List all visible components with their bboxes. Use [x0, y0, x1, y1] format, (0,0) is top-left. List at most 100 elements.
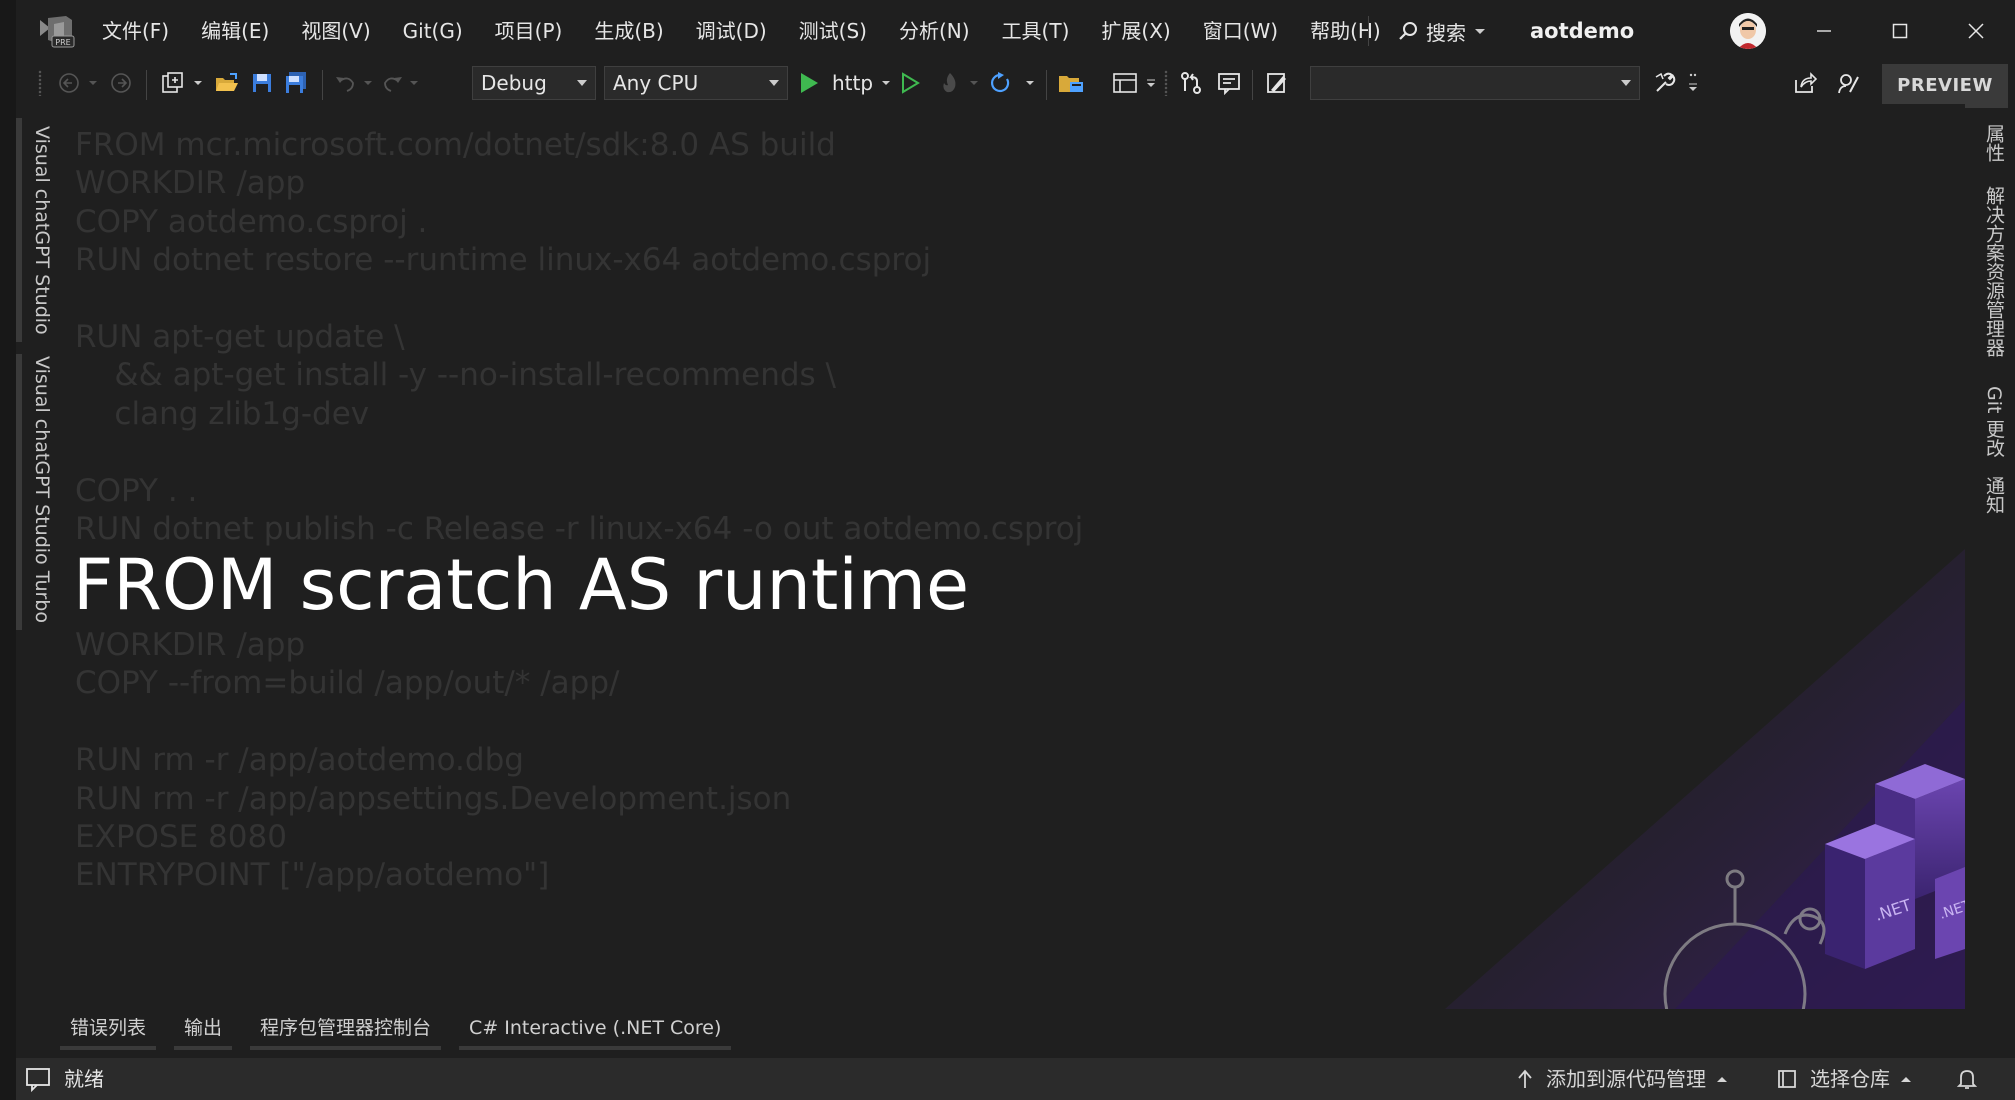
live-share-button[interactable] [1788, 68, 1822, 98]
comment-lines-icon [1218, 73, 1240, 95]
git-pull-request-icon [1181, 72, 1201, 94]
save-button[interactable] [246, 68, 278, 98]
comment-button[interactable] [1212, 68, 1246, 98]
notifications-button[interactable] [1956, 1058, 1978, 1100]
window-layout-button[interactable] [1108, 68, 1142, 98]
format-icon [1267, 73, 1286, 93]
tab-visual-chatgpt-studio[interactable]: Visual chatGPT Studio [31, 126, 53, 335]
toolbar-search-combo[interactable] [1310, 66, 1640, 100]
git-compare-button[interactable] [1174, 68, 1208, 98]
save-all-button[interactable] [280, 68, 312, 98]
add-to-source-control-button[interactable]: 添加到源代码管理 [1516, 1058, 1728, 1100]
restart-dropdown[interactable] [1024, 68, 1036, 98]
tab-csharp-interactive[interactable]: C# Interactive (.NET Core) [459, 1010, 732, 1050]
search-label: 搜索 [1426, 20, 1466, 45]
tab-error-list[interactable]: 错误列表 [60, 1010, 157, 1050]
minimize-button[interactable] [1786, 0, 1862, 62]
close-button[interactable] [1938, 0, 2014, 62]
chevron-up-icon [1901, 1077, 1911, 1082]
left-tool-window-strip: Visual chatGPT Studio Visual chatGPT Stu… [16, 104, 60, 1060]
code-editor[interactable]: FROM mcr.microsoft.com/dotnet/sdk:8.0 AS… [60, 104, 1965, 1009]
start-without-debugging-button[interactable] [894, 68, 926, 98]
open-folder-icon [216, 73, 238, 91]
configuration-value: Debug [481, 71, 547, 95]
format-document-button[interactable] [1260, 68, 1294, 98]
toolbar-grip[interactable] [38, 70, 42, 96]
visual-studio-preview-logo-icon[interactable]: PRE [36, 14, 76, 48]
tab-indicator [16, 118, 22, 342]
platform-select[interactable]: Any CPU [604, 66, 788, 100]
chevron-down-icon [1475, 29, 1485, 34]
hot-reload-dropdown[interactable] [968, 68, 980, 98]
undo-dropdown[interactable] [362, 68, 374, 98]
configuration-select[interactable]: Debug [472, 66, 596, 100]
menu-test[interactable]: 测试(S) [783, 11, 883, 51]
preview-button[interactable]: PREVIEW [1882, 64, 2008, 108]
undo-icon [336, 77, 354, 92]
new-project-dropdown[interactable] [192, 68, 204, 98]
chevron-down-icon [194, 81, 202, 85]
redo-dropdown[interactable] [408, 68, 420, 98]
tab-visual-chatgpt-studio-turbo[interactable]: Visual chatGPT Studio Turbo [31, 356, 53, 623]
minimize-icon [1817, 30, 1831, 32]
menu-tools[interactable]: 工具(T) [986, 11, 1086, 51]
layout-dropdown[interactable] [1144, 68, 1158, 98]
menu-edit[interactable]: 编辑(E) [185, 11, 285, 51]
tab-output[interactable]: 输出 [174, 1010, 233, 1050]
navigate-forward-button[interactable] [106, 68, 136, 98]
feedback-button[interactable] [1832, 68, 1866, 98]
menu-analyze[interactable]: 分析(N) [883, 11, 986, 51]
dockerfile-code-bottom: WORKDIR /app COPY --from=build /app/out/… [75, 627, 792, 894]
output-status-icon[interactable] [24, 1065, 52, 1097]
menu-project[interactable]: 项目(P) [479, 11, 579, 51]
browse-folder-button[interactable] [1054, 68, 1088, 98]
restart-button[interactable] [984, 68, 1016, 98]
feedback-person-icon [1838, 74, 1859, 94]
chevron-down-icon [1026, 81, 1034, 85]
new-project-button[interactable] [156, 68, 190, 98]
tab-git-changes[interactable]: Git 更改 [1981, 386, 2008, 458]
user-avatar[interactable] [1730, 13, 1766, 49]
play-icon [801, 73, 818, 93]
toolbar-overflow-button[interactable] [1686, 68, 1700, 98]
open-file-button[interactable] [210, 68, 244, 98]
redo-icon [384, 77, 402, 92]
menu-debug[interactable]: 调试(D) [680, 11, 783, 51]
hot-reload-flame-icon [943, 73, 956, 93]
overflow-chevron-icon [1689, 73, 1697, 91]
menu-git[interactable]: Git(G) [387, 11, 479, 51]
tab-notifications[interactable]: 通知 [1981, 476, 2008, 514]
undo-button[interactable] [330, 68, 360, 98]
chevron-down-icon [577, 80, 587, 86]
standard-toolbar: Debug Any CPU http PREVIEW [16, 62, 2015, 108]
toolbar-separator [1046, 70, 1047, 100]
redo-button[interactable] [378, 68, 408, 98]
tab-solution-explorer[interactable]: 解决方案资源管理器 [1981, 186, 2008, 357]
folder-browse-icon [1059, 76, 1083, 92]
select-repository-button[interactable]: 选择仓库 [1776, 1058, 1912, 1100]
tool-button[interactable] [1648, 68, 1682, 98]
menu-build[interactable]: 生成(B) [578, 11, 679, 51]
maximize-button[interactable] [1862, 0, 1938, 62]
hot-reload-button[interactable] [934, 68, 966, 98]
menu-view[interactable]: 视图(V) [285, 11, 386, 51]
menu-window[interactable]: 窗口(W) [1187, 11, 1294, 51]
close-icon [1968, 23, 1984, 39]
tab-package-manager-console[interactable]: 程序包管理器控制台 [250, 1010, 442, 1050]
run-profile-label: http [832, 71, 874, 95]
forward-arrow-icon [111, 73, 131, 93]
tab-properties[interactable]: 属性 [1981, 124, 2008, 162]
search-button[interactable]: 搜索 [1386, 12, 1506, 50]
menu-extensions[interactable]: 扩展(X) [1085, 11, 1186, 51]
chevron-down-icon [769, 80, 779, 86]
toolbar-grip[interactable] [1164, 70, 1168, 96]
title-bar: PRE 文件(F) 编辑(E) 视图(V) Git(G) 项目(P) 生成(B)… [16, 0, 2015, 62]
toolbar-separator [1252, 70, 1253, 100]
menu-help[interactable]: 帮助(H) [1294, 11, 1397, 51]
navigate-back-button[interactable] [54, 68, 84, 98]
window-left-edge [0, 0, 16, 1100]
back-dropdown[interactable] [86, 68, 100, 98]
highlighted-code-line: FROM scratch AS runtime [73, 544, 970, 626]
save-icon [253, 74, 271, 92]
menu-file[interactable]: 文件(F) [86, 11, 185, 51]
